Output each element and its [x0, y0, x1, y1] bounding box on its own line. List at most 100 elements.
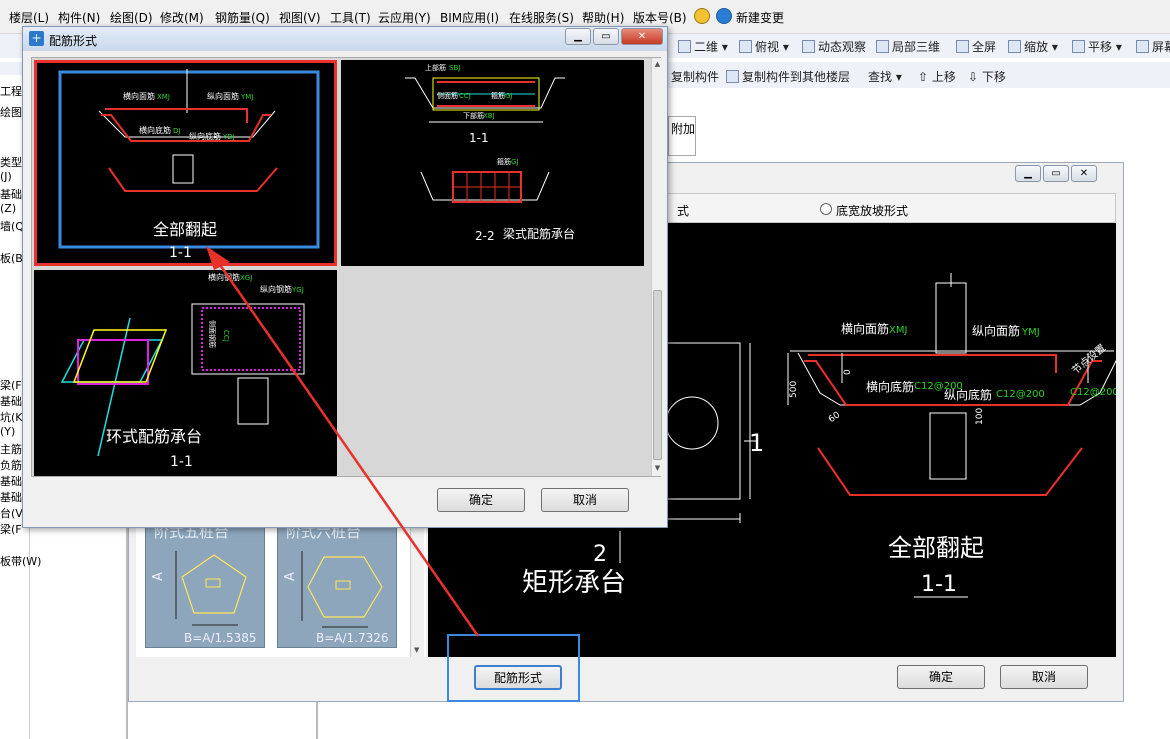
form-option-all-raised[interactable]: 横向面筋 XMJ 纵向面筋 YMJ 横向底筋 DJ 纵向底筋 YDJ 全部翻起 …: [34, 60, 337, 266]
menu-online-service[interactable]: 在线服务(S): [509, 9, 574, 26]
menu-floor[interactable]: 楼层(L): [9, 9, 49, 26]
tree-item[interactable]: 负筋: [0, 457, 22, 473]
move-down-button[interactable]: ⇩ 下移: [968, 68, 1006, 85]
scroll-up-arrow-icon[interactable]: ▲: [653, 60, 662, 70]
menu-draw[interactable]: 绘图(D): [110, 9, 153, 26]
menu-tools[interactable]: 工具(T): [330, 9, 371, 26]
panel-sub: 2-2: [475, 229, 495, 243]
menu-version[interactable]: 版本号(B): [633, 9, 687, 26]
rebar-form-dialog: + 配筋形式 ▁ ▭ ✕ 横向面筋 XMJ 纵向面筋 YMJ 横向底筋 DJ 纵…: [22, 26, 668, 528]
maximize-button[interactable]: ▭: [1043, 165, 1069, 182]
shape-tile-five-pile[interactable]: 阶式五桩台 A B=A/1.5385: [145, 520, 265, 648]
screen-button[interactable]: 屏幕: [1136, 38, 1170, 55]
local-3d-button[interactable]: 局部三维: [876, 38, 940, 55]
close-button[interactable]: ✕: [1071, 165, 1097, 182]
scroll-down-arrow-icon[interactable]: ▼: [414, 646, 419, 654]
menu-cloud[interactable]: 云应用(Y): [378, 9, 431, 26]
ok-button[interactable]: 确定: [437, 488, 525, 512]
tree-item[interactable]: (J): [0, 170, 12, 183]
rebar-form-gallery: 横向面筋 XMJ 纵向面筋 YMJ 横向底筋 DJ 纵向底筋 YDJ 全部翻起 …: [31, 57, 662, 477]
fullscreen-button[interactable]: 全屏: [956, 38, 996, 55]
panel-code: XBJ: [483, 112, 495, 120]
bg-cancel-button[interactable]: 取消: [1000, 665, 1088, 689]
view-2d-select[interactable]: 二维 ▾: [678, 38, 728, 55]
rebar-form-button[interactable]: 配筋形式: [474, 665, 562, 690]
bottom-slope-radio[interactable]: [820, 203, 832, 215]
dynamic-observe-button[interactable]: 动态观察: [802, 38, 866, 55]
panel-sub: 1-1: [170, 454, 193, 470]
form-option-beam-style[interactable]: 上部筋 SBJ 侧面筋 CCJ 箍筋 GJ 下部筋 XBJ 箍筋 GJ 1-1 …: [341, 60, 644, 266]
radio-left-label: 式: [677, 204, 690, 218]
tree-item[interactable]: 坑(K: [0, 409, 23, 425]
maximize-button[interactable]: ▭: [593, 28, 619, 45]
panel-text: 纵向面筋: [207, 91, 239, 101]
tree-item[interactable]: 基础: [0, 186, 22, 202]
longitudinal-top-label: 纵向面筋: [972, 323, 1020, 338]
panel-code: XMJ: [157, 93, 170, 101]
tree-item[interactable]: 类型: [0, 154, 22, 170]
panel-code: CCJ: [222, 330, 230, 342]
cancel-button[interactable]: 取消: [541, 488, 629, 512]
pan-button[interactable]: 平移 ▾: [1072, 38, 1122, 55]
tree-item[interactable]: (Y): [0, 425, 15, 438]
tree-item[interactable]: 梁(F: [0, 377, 22, 393]
panel-code: DJ: [173, 127, 180, 135]
tile-caption: B=A/1.5385: [184, 631, 257, 645]
top-view-button[interactable]: 俯视 ▾: [739, 38, 789, 55]
move-up-label: 上移: [931, 70, 956, 84]
panel-code: SBJ: [449, 64, 460, 72]
minimize-button[interactable]: ▁: [1015, 165, 1041, 182]
shape-list-scrollbar[interactable]: ▼: [410, 520, 424, 657]
zoom-button[interactable]: 缩放 ▾: [1008, 38, 1058, 55]
user-face-icon[interactable]: [694, 8, 710, 24]
bg-ok-button[interactable]: 确定: [897, 665, 985, 689]
dim-0: 0: [843, 369, 853, 375]
gallery-scrollbar[interactable]: ▲ ▼: [651, 58, 662, 476]
tree-item[interactable]: 台(V: [0, 505, 23, 521]
label-1: 1: [749, 429, 764, 457]
tree-item[interactable]: 板(B: [0, 250, 23, 266]
new-change-icon[interactable]: [716, 8, 732, 24]
menu-modify[interactable]: 修改(M): [160, 9, 204, 26]
spec-label: C12@200: [996, 389, 1045, 400]
menu-help[interactable]: 帮助(H): [582, 9, 624, 26]
menu-bim[interactable]: BIM应用(I): [440, 9, 499, 26]
property-tab[interactable]: 附加: [668, 116, 696, 156]
form-option-ring-style[interactable]: 横向钢筋 XGJ 纵向钢筋 YGJ 侧面钢筋 CCJ 环式配筋承台 1-1: [34, 270, 337, 476]
menu-rebar-quantity[interactable]: 钢筋量(Q): [215, 9, 270, 26]
tree-item[interactable]: 基础: [0, 473, 22, 489]
tree-item[interactable]: 梁(F: [0, 521, 22, 537]
panel-code: YDJ: [222, 133, 235, 141]
dialog-titlebar[interactable]: + 配筋形式 ▁ ▭ ✕: [23, 27, 667, 51]
find-button[interactable]: 查找 ▾: [868, 68, 902, 85]
tile-caption: B=A/1.7326: [316, 631, 389, 645]
shape-tile-six-pile[interactable]: 阶式六桩台 A B=A/1.7326: [277, 520, 397, 648]
tree-item[interactable]: 基础: [0, 489, 22, 505]
menu-view[interactable]: 视图(V): [279, 9, 321, 26]
copy-component-button[interactable]: 复制构件: [671, 68, 719, 85]
close-button[interactable]: ✕: [621, 28, 663, 45]
panel-text: 箍筋: [497, 157, 511, 166]
scroll-down-arrow-icon[interactable]: ▼: [653, 464, 662, 474]
tree-item[interactable]: (Z): [0, 202, 16, 215]
menu-component[interactable]: 构件(N): [58, 9, 100, 26]
new-change-button[interactable]: 新建变更: [736, 9, 784, 26]
minimize-button[interactable]: ▁: [565, 28, 591, 45]
panel-text: 侧面筋: [437, 91, 458, 100]
move-up-button[interactable]: ⇧ 上移: [918, 68, 956, 85]
arrow-down-icon: ⇩: [968, 70, 979, 84]
tree-item[interactable]: 基础: [0, 393, 22, 409]
all-raised-drawing: 横向面筋 XMJ 纵向面筋 YMJ 横向底筋 DJ 纵向底筋 YDJ 全部翻起 …: [58, 69, 320, 261]
tree-item[interactable]: 板带(W): [0, 553, 41, 569]
tree-item[interactable]: 主筋: [0, 441, 22, 457]
orbit-icon: [802, 40, 815, 53]
tree-item[interactable]: 墙(Q: [0, 218, 24, 234]
panel-text: 横向面筋: [123, 91, 155, 101]
scroll-thumb[interactable]: [653, 290, 662, 460]
dim-500: 500: [789, 381, 799, 398]
dialog-title: 配筋形式: [49, 34, 98, 48]
view-2d-label: 二维: [694, 40, 719, 54]
panel-sub: 1-1: [169, 245, 192, 261]
screen-label: 屏幕: [1152, 40, 1170, 54]
copy-to-floor-button[interactable]: 复制构件到其他楼层: [726, 68, 850, 85]
